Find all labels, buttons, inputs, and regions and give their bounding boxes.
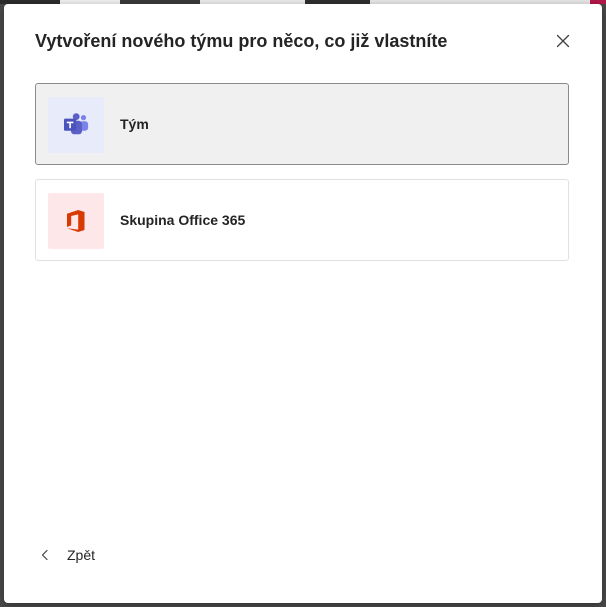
option-team[interactable]: Tým: [35, 83, 569, 165]
option-office365-group[interactable]: Skupina Office 365: [35, 179, 569, 261]
option-office365-label: Skupina Office 365: [120, 212, 246, 228]
create-team-dialog: Vytvoření nového týmu pro něco, co již v…: [4, 4, 602, 603]
back-label: Zpět: [67, 547, 96, 563]
close-button[interactable]: [553, 31, 573, 51]
teams-icon: [64, 113, 89, 135]
office-icon: [67, 210, 85, 232]
office-icon-tile: [48, 193, 104, 249]
back-button[interactable]: Zpět: [37, 544, 95, 566]
dialog-title: Vytvoření nového týmu pro něco, co již v…: [35, 31, 448, 51]
close-icon: [556, 34, 570, 48]
teams-icon-tile: [48, 97, 104, 153]
option-team-label: Tým: [120, 116, 149, 132]
chevron-left-icon: [41, 549, 48, 561]
